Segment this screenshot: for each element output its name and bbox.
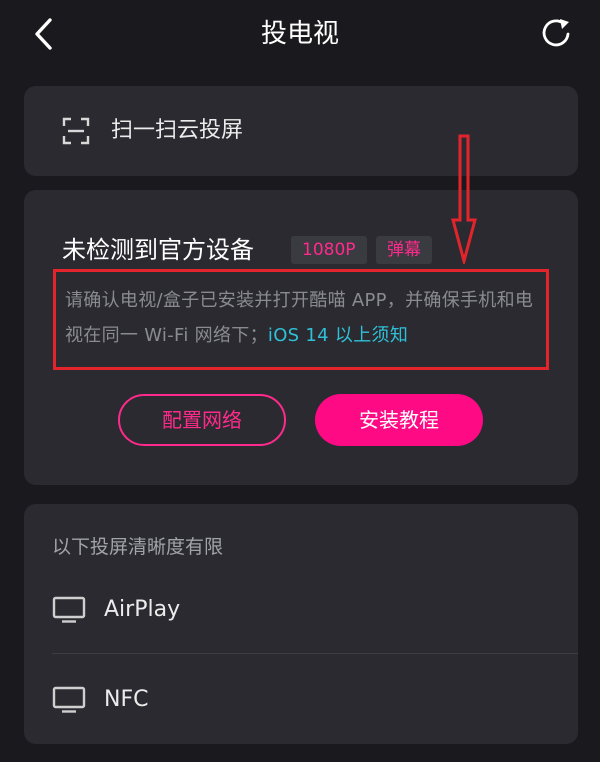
tv-icon	[52, 596, 86, 623]
page-title: 投电视	[260, 19, 339, 49]
notice-highlight-box: 请确认电视/盒子已安装并打开酷喵 APP，并确保手机和电视在同一 Wi-Fi 网…	[53, 269, 549, 370]
scan-cast-card[interactable]: 扫一扫云投屏	[24, 86, 578, 176]
refresh-icon	[542, 19, 570, 47]
refresh-button[interactable]	[536, 14, 576, 54]
device-status-title: 未检测到官方设备	[62, 236, 254, 264]
scan-icon	[62, 117, 90, 145]
configure-network-button[interactable]: 配置网络	[118, 394, 286, 446]
nfc-option[interactable]: NFC	[52, 677, 578, 723]
tv-icon	[52, 686, 86, 713]
top-bar: 投电视	[0, 0, 600, 70]
ios14-notice-link[interactable]: iOS 14 以上须知	[268, 325, 408, 346]
limited-quality-card: 以下投屏清晰度有限 AirPlay NFC	[24, 504, 578, 744]
option-divider	[52, 653, 578, 654]
airplay-label: AirPlay	[104, 597, 181, 622]
install-tutorial-button[interactable]: 安装教程	[315, 394, 483, 446]
danmu-badge: 弹幕	[376, 236, 432, 264]
notice-text: 请确认电视/盒子已安装并打开酷喵 APP，并确保手机和电视在同一 Wi-Fi 网…	[65, 283, 545, 353]
annotation-arrow-icon	[451, 134, 477, 264]
limited-quality-header: 以下投屏清晰度有限	[52, 536, 224, 558]
resolution-badge: 1080P	[291, 236, 367, 264]
official-device-card: 未检测到官方设备 1080P 弹幕 请确认电视/盒子已安装并打开酷喵 APP，并…	[24, 134, 578, 485]
scan-cast-label: 扫一扫云投屏	[111, 118, 244, 143]
airplay-option[interactable]: AirPlay	[52, 587, 578, 633]
nfc-label: NFC	[104, 687, 149, 712]
